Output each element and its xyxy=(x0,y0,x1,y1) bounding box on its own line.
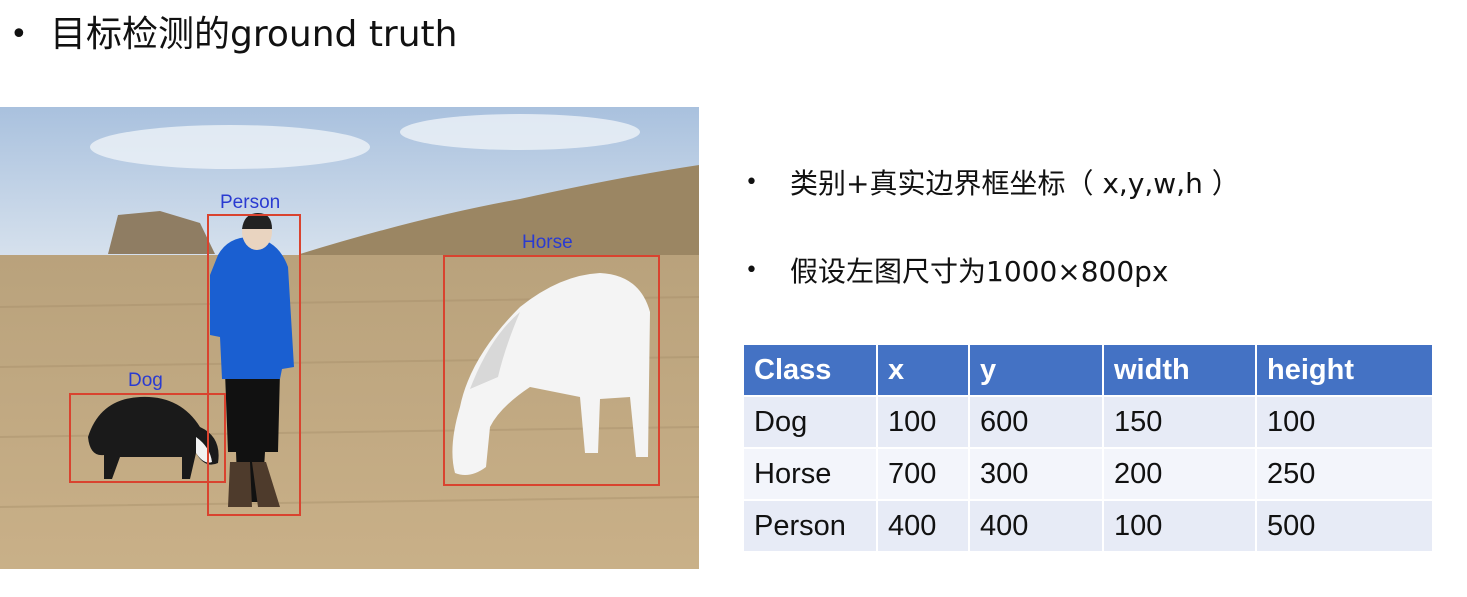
cell-width: 200 xyxy=(1102,447,1257,501)
bullet-dot: • xyxy=(745,169,758,195)
header-class: Class xyxy=(742,343,878,397)
header-x: x xyxy=(876,343,970,397)
table-row: Dog 100 600 150 100 xyxy=(742,395,1434,449)
cell-x: 400 xyxy=(876,499,970,553)
cell-class: Person xyxy=(742,499,878,553)
cell-width: 150 xyxy=(1102,395,1257,449)
cell-x: 700 xyxy=(876,447,970,501)
cell-width: 100 xyxy=(1102,499,1257,553)
cell-height: 500 xyxy=(1255,499,1434,553)
bullet-item: • 类别+真实边界框坐标（ x,y,w,h ） xyxy=(745,160,1240,204)
cloud xyxy=(90,125,370,169)
ground-truth-table: Class x y width height Dog 100 600 150 1… xyxy=(742,343,1434,553)
cell-y: 300 xyxy=(968,447,1104,501)
header-y: y xyxy=(968,343,1104,397)
table-header-row: Class x y width height xyxy=(742,343,1434,397)
title-text: 目标检测的ground truth xyxy=(50,14,458,55)
bullet-list: • 类别+真实边界框坐标（ x,y,w,h ） • 假设左图尺寸为1000×80… xyxy=(745,160,1240,292)
person-jacket xyxy=(210,237,294,379)
cloud xyxy=(400,114,640,150)
header-width: width xyxy=(1102,343,1257,397)
bullet-item: • 假设左图尺寸为1000×800px xyxy=(745,248,1240,292)
cell-height: 250 xyxy=(1255,447,1434,501)
table-row: Horse 700 300 200 250 xyxy=(742,447,1434,501)
photo-illustration: Person Horse Dog xyxy=(0,107,699,569)
person-label: Person xyxy=(220,192,280,213)
cell-height: 100 xyxy=(1255,395,1434,449)
table-row: Person 400 400 100 500 xyxy=(742,499,1434,553)
horse-label: Horse xyxy=(522,232,573,253)
cell-y: 600 xyxy=(968,395,1104,449)
bullet-text: 类别+真实边界框坐标（ x,y,w,h ） xyxy=(790,167,1240,200)
header-height: height xyxy=(1255,343,1434,397)
detection-photo: Person Horse Dog xyxy=(0,107,699,569)
bullet-text: 假设左图尺寸为1000×800px xyxy=(790,255,1169,288)
title-bullet: • xyxy=(10,17,28,52)
bullet-dot: • xyxy=(745,257,758,283)
cell-class: Horse xyxy=(742,447,878,501)
slide-title: • 目标检测的ground truth xyxy=(10,12,457,58)
cell-y: 400 xyxy=(968,499,1104,553)
cell-x: 100 xyxy=(876,395,970,449)
cell-class: Dog xyxy=(742,395,878,449)
dog-label: Dog xyxy=(128,370,163,391)
